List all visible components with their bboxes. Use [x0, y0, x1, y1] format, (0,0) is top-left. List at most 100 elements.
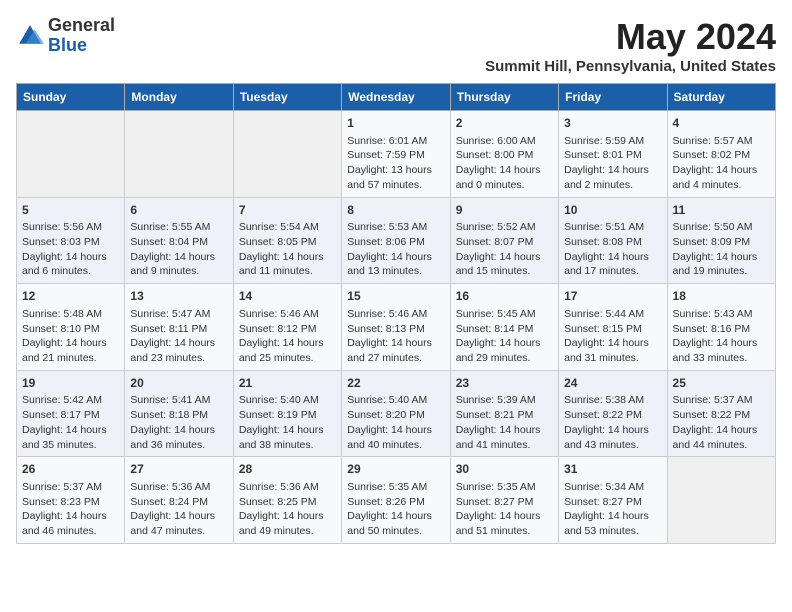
calendar-day-cell: 5Sunrise: 5:56 AM Sunset: 8:03 PM Daylig… [17, 197, 125, 284]
day-info: Sunrise: 5:44 AM Sunset: 8:15 PM Dayligh… [564, 307, 661, 366]
calendar-day-cell: 24Sunrise: 5:38 AM Sunset: 8:22 PM Dayli… [559, 370, 667, 457]
calendar-week-row: 12 Sunrise: 5:48 AM Sunset: 8:10 PM Dayli… [17, 284, 776, 371]
day-info: Sunrise: 5:40 AM Sunset: 8:19 PM Dayligh… [239, 393, 336, 452]
day-number: 10 [564, 202, 661, 219]
weekday-header-wednesday: Wednesday [342, 84, 450, 111]
day-number: 26 [22, 461, 119, 478]
calendar-day-cell: 7Sunrise: 5:54 AM Sunset: 8:05 PM Daylig… [233, 197, 341, 284]
calendar-day-cell: 6Sunrise: 5:55 AM Sunset: 8:04 PM Daylig… [125, 197, 233, 284]
day-number: 12 [22, 288, 119, 305]
day-info: Sunrise: 5:46 AM Sunset: 8:13 PM Dayligh… [347, 307, 444, 366]
calendar-day-cell: 31 Sunrise: 5:34 AM Sunset: 8:27 PM Dayli… [559, 457, 667, 544]
title-area: May 2024 Summit Hill, Pennsylvania, Unit… [485, 16, 776, 75]
day-info: Sunrise: 5:35 AM Sunset: 8:27 PM Dayligh… [456, 480, 553, 539]
day-info: Sunrise: 5:55 AM Sunset: 8:04 PM Dayligh… [130, 220, 227, 279]
day-number: 5 [22, 202, 119, 219]
calendar-day-cell: 23Sunrise: 5:39 AM Sunset: 8:21 PM Dayli… [450, 370, 558, 457]
day-number: 20 [130, 375, 227, 392]
day-number: 6 [130, 202, 227, 219]
day-info: Sunrise: 5:35 AM Sunset: 8:26 PM Dayligh… [347, 480, 444, 539]
day-number: 2 [456, 115, 553, 132]
calendar-day-cell: 30 Sunrise: 5:35 AM Sunset: 8:27 PM Dayli… [450, 457, 558, 544]
day-info: Sunrise: 5:48 AM Sunset: 8:10 PM Dayligh… [22, 307, 119, 366]
day-number: 3 [564, 115, 661, 132]
calendar-week-row: 1 Sunrise: 6:01 AM Sunset: 7:59 PM Daylig… [17, 111, 776, 198]
day-info: Sunrise: 5:34 AM Sunset: 8:27 PM Dayligh… [564, 480, 661, 539]
calendar-day-cell: 3Sunrise: 5:59 AM Sunset: 8:01 PM Daylig… [559, 111, 667, 198]
day-info: Sunrise: 5:42 AM Sunset: 8:17 PM Dayligh… [22, 393, 119, 452]
logo-general-text: General [48, 15, 115, 35]
day-info: Sunrise: 5:54 AM Sunset: 8:05 PM Dayligh… [239, 220, 336, 279]
day-info: Sunrise: 5:56 AM Sunset: 8:03 PM Dayligh… [22, 220, 119, 279]
day-info: Sunrise: 5:47 AM Sunset: 8:11 PM Dayligh… [130, 307, 227, 366]
calendar-day-cell [667, 457, 775, 544]
day-number: 16 [456, 288, 553, 305]
day-number: 21 [239, 375, 336, 392]
day-info: Sunrise: 5:57 AM Sunset: 8:02 PM Dayligh… [673, 134, 770, 193]
calendar: SundayMondayTuesdayWednesdayThursdayFrid… [16, 83, 776, 544]
day-info: Sunrise: 5:50 AM Sunset: 8:09 PM Dayligh… [673, 220, 770, 279]
calendar-day-cell: 18 Sunrise: 5:43 AM Sunset: 8:16 PM Dayli… [667, 284, 775, 371]
day-number: 29 [347, 461, 444, 478]
day-info: Sunrise: 5:51 AM Sunset: 8:08 PM Dayligh… [564, 220, 661, 279]
calendar-day-cell: 9Sunrise: 5:52 AM Sunset: 8:07 PM Daylig… [450, 197, 558, 284]
calendar-day-cell: 29 Sunrise: 5:35 AM Sunset: 8:26 PM Dayli… [342, 457, 450, 544]
calendar-day-cell [233, 111, 341, 198]
day-info: Sunrise: 5:40 AM Sunset: 8:20 PM Dayligh… [347, 393, 444, 452]
calendar-day-cell: 10Sunrise: 5:51 AM Sunset: 8:08 PM Dayli… [559, 197, 667, 284]
calendar-week-row: 26 Sunrise: 5:37 AM Sunset: 8:23 PM Dayli… [17, 457, 776, 544]
weekday-header-saturday: Saturday [667, 84, 775, 111]
weekday-header-tuesday: Tuesday [233, 84, 341, 111]
calendar-day-cell: 20Sunrise: 5:41 AM Sunset: 8:18 PM Dayli… [125, 370, 233, 457]
day-number: 11 [673, 202, 770, 219]
calendar-day-cell: 16Sunrise: 5:45 AM Sunset: 8:14 PM Dayli… [450, 284, 558, 371]
day-number: 1 [347, 115, 444, 132]
calendar-day-cell: 25Sunrise: 5:37 AM Sunset: 8:22 PM Dayli… [667, 370, 775, 457]
calendar-day-cell: 22Sunrise: 5:40 AM Sunset: 8:20 PM Dayli… [342, 370, 450, 457]
main-title: May 2024 [485, 16, 776, 58]
day-number: 17 [564, 288, 661, 305]
day-info: Sunrise: 5:36 AM Sunset: 8:25 PM Dayligh… [239, 480, 336, 539]
calendar-day-cell: 27 Sunrise: 5:36 AM Sunset: 8:24 PM Dayli… [125, 457, 233, 544]
day-info: Sunrise: 5:43 AM Sunset: 8:16 PM Dayligh… [673, 307, 770, 366]
day-info: Sunrise: 5:37 AM Sunset: 8:23 PM Dayligh… [22, 480, 119, 539]
day-number: 30 [456, 461, 553, 478]
calendar-day-cell [17, 111, 125, 198]
day-info: Sunrise: 5:46 AM Sunset: 8:12 PM Dayligh… [239, 307, 336, 366]
calendar-body: 1 Sunrise: 6:01 AM Sunset: 7:59 PM Daylig… [17, 111, 776, 544]
calendar-day-cell: 26 Sunrise: 5:37 AM Sunset: 8:23 PM Dayli… [17, 457, 125, 544]
weekday-header-monday: Monday [125, 84, 233, 111]
calendar-day-cell: 15 Sunrise: 5:46 AM Sunset: 8:13 PM Dayli… [342, 284, 450, 371]
day-info: Sunrise: 5:36 AM Sunset: 8:24 PM Dayligh… [130, 480, 227, 539]
day-number: 27 [130, 461, 227, 478]
day-number: 15 [347, 288, 444, 305]
calendar-header-row: SundayMondayTuesdayWednesdayThursdayFrid… [17, 84, 776, 111]
logo-blue-text: Blue [48, 35, 87, 55]
day-number: 31 [564, 461, 661, 478]
calendar-day-cell: 19Sunrise: 5:42 AM Sunset: 8:17 PM Dayli… [17, 370, 125, 457]
calendar-day-cell [125, 111, 233, 198]
calendar-day-cell: 8Sunrise: 5:53 AM Sunset: 8:06 PM Daylig… [342, 197, 450, 284]
day-number: 25 [673, 375, 770, 392]
day-info: Sunrise: 5:38 AM Sunset: 8:22 PM Dayligh… [564, 393, 661, 452]
day-number: 28 [239, 461, 336, 478]
day-number: 8 [347, 202, 444, 219]
weekday-header-sunday: Sunday [17, 84, 125, 111]
header: General Blue May 2024 Summit Hill, Penns… [16, 16, 776, 75]
subtitle: Summit Hill, Pennsylvania, United States [485, 58, 776, 75]
day-number: 18 [673, 288, 770, 305]
calendar-day-cell: 21Sunrise: 5:40 AM Sunset: 8:19 PM Dayli… [233, 370, 341, 457]
day-number: 7 [239, 202, 336, 219]
calendar-day-cell: 11Sunrise: 5:50 AM Sunset: 8:09 PM Dayli… [667, 197, 775, 284]
day-number: 23 [456, 375, 553, 392]
calendar-week-row: 5Sunrise: 5:56 AM Sunset: 8:03 PM Daylig… [17, 197, 776, 284]
weekday-header-friday: Friday [559, 84, 667, 111]
calendar-day-cell: 14Sunrise: 5:46 AM Sunset: 8:12 PM Dayli… [233, 284, 341, 371]
day-info: Sunrise: 5:52 AM Sunset: 8:07 PM Dayligh… [456, 220, 553, 279]
day-number: 24 [564, 375, 661, 392]
calendar-week-row: 19Sunrise: 5:42 AM Sunset: 8:17 PM Dayli… [17, 370, 776, 457]
day-info: Sunrise: 6:01 AM Sunset: 7:59 PM Dayligh… [347, 134, 444, 193]
calendar-day-cell: 13Sunrise: 5:47 AM Sunset: 8:11 PM Dayli… [125, 284, 233, 371]
calendar-day-cell: 1 Sunrise: 6:01 AM Sunset: 7:59 PM Daylig… [342, 111, 450, 198]
day-info: Sunrise: 5:41 AM Sunset: 8:18 PM Dayligh… [130, 393, 227, 452]
